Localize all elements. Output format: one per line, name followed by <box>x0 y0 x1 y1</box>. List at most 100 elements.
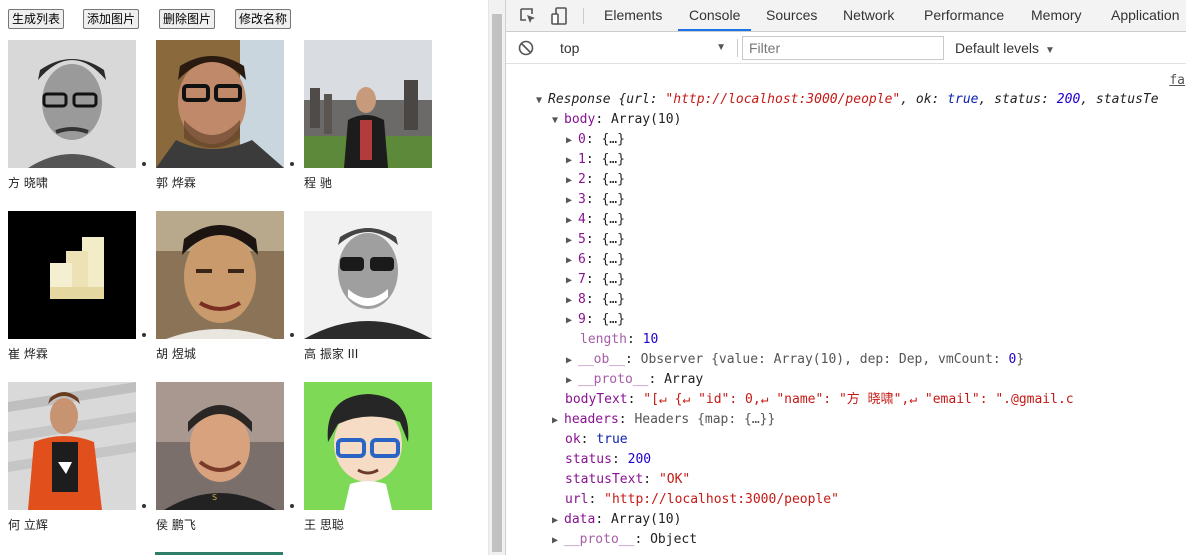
array-index: 2 <box>578 172 586 187</box>
collapsed-triangle-icon[interactable]: ▶ <box>566 371 578 391</box>
array-item-row[interactable]: ▶ 0: {…} <box>566 130 625 150</box>
person-photo <box>156 211 284 339</box>
array-index: 4 <box>578 212 586 227</box>
list-bullet <box>290 504 294 508</box>
collapsed-triangle-icon[interactable]: ▶ <box>566 211 578 231</box>
collapsed-triangle-icon[interactable]: ▶ <box>552 411 564 431</box>
person-photo: S <box>156 382 284 510</box>
generate-list-button[interactable]: 生成列表 <box>8 9 65 29</box>
person-card[interactable]: 胡 煜城 <box>156 211 296 361</box>
collapsed-triangle-icon[interactable]: ▶ <box>552 531 564 551</box>
person-card[interactable]: 方 晓啸 <box>8 40 148 190</box>
person-photo <box>304 382 432 510</box>
person-card[interactable]: 何 立辉 <box>8 382 148 532</box>
expanded-triangle-icon[interactable]: ▼ <box>552 111 564 131</box>
object-preview: {…} <box>601 252 625 267</box>
collapsed-triangle-icon[interactable]: ▶ <box>566 151 578 171</box>
tab-sources[interactable]: Sources <box>766 0 817 31</box>
collapsed-triangle-icon[interactable]: ▶ <box>566 291 578 311</box>
array-index: 7 <box>578 272 586 287</box>
device-toolbar-icon[interactable] <box>550 6 570 26</box>
collapsed-triangle-icon[interactable]: ▶ <box>566 131 578 151</box>
array-item-row[interactable]: ▶ 6: {…} <box>566 250 625 270</box>
person-card[interactable]: 崔 烨霖 <box>8 211 148 361</box>
person-card[interactable]: 郭 烨霖 <box>156 40 296 190</box>
collapsed-triangle-icon[interactable]: ▶ <box>566 271 578 291</box>
array-item-row[interactable]: ▶ 3: {…} <box>566 190 625 210</box>
length-property-row: length: 10 <box>580 332 659 347</box>
collapsed-triangle-icon[interactable]: ▶ <box>566 351 578 371</box>
devtools-panel: Elements Console Sources Network Perform… <box>505 0 1186 555</box>
page-scrollbar[interactable] <box>488 0 505 555</box>
collapsed-triangle-icon[interactable]: ▶ <box>566 251 578 271</box>
collapsed-triangle-icon[interactable]: ▶ <box>552 511 564 531</box>
scrollbar-thumb[interactable] <box>492 14 502 552</box>
person-photo <box>8 382 136 510</box>
array-index: 1 <box>578 152 586 167</box>
collapsed-triangle-icon[interactable]: ▶ <box>566 191 578 211</box>
source-link[interactable]: fa <box>1169 73 1185 88</box>
object-preview: {…} <box>601 132 625 147</box>
delete-image-button[interactable]: 删除图片 <box>159 9 216 29</box>
rename-button[interactable]: 修改名称 <box>235 9 292 29</box>
array-item-row[interactable]: ▶ 4: {…} <box>566 210 625 230</box>
person-name: 崔 烨霖 <box>8 347 48 361</box>
toolbar-divider <box>737 39 738 57</box>
tab-memory[interactable]: Memory <box>1031 0 1082 31</box>
headers-property-row[interactable]: ▶ headers: Headers {map: {…}} <box>552 410 775 430</box>
dropdown-arrow-icon: ▼ <box>1045 45 1055 56</box>
person-name: 胡 煜城 <box>156 347 196 361</box>
response-object-row[interactable]: ▼ Response {url: "http://localhost:3000/p… <box>536 90 1159 110</box>
array-item-row[interactable]: ▶ 9: {…} <box>566 310 625 330</box>
object-preview: {…} <box>601 192 625 207</box>
collapsed-triangle-icon[interactable]: ▶ <box>566 171 578 191</box>
tab-elements[interactable]: Elements <box>604 0 662 31</box>
expanded-triangle-icon[interactable]: ▼ <box>536 91 548 111</box>
array-item-row[interactable]: ▶ 1: {…} <box>566 150 625 170</box>
object-preview: {…} <box>601 312 625 327</box>
list-bullet <box>290 162 294 166</box>
list-bullet <box>142 162 146 166</box>
person-photo <box>8 211 136 339</box>
array-item-row[interactable]: ▶ 7: {…} <box>566 270 625 290</box>
proto-property-row[interactable]: ▶ __proto__: Array <box>566 370 703 390</box>
person-name: 方 晓啸 <box>8 176 48 190</box>
tab-application[interactable]: Application <box>1111 0 1180 31</box>
person-card[interactable]: 高 振家 III <box>304 211 444 361</box>
body-property-row[interactable]: ▼ body: Array(10) <box>552 110 681 130</box>
devtools-tab-bar: Elements Console Sources Network Perform… <box>506 0 1186 32</box>
app-page: 生成列表 添加图片 删除图片 修改名称 方 晓啸 郭 烨霖 程 驰 崔 烨霖 胡… <box>0 0 488 555</box>
person-photo <box>304 211 432 339</box>
tab-network[interactable]: Network <box>843 0 894 31</box>
object-preview: {…} <box>601 152 625 167</box>
tab-performance[interactable]: Performance <box>924 0 1004 31</box>
object-proto-row[interactable]: ▶ __proto__: Object <box>552 530 697 550</box>
person-name: 何 立辉 <box>8 518 48 532</box>
console-filter-bar: top ▼ Default levels ▼ <box>506 32 1186 64</box>
add-image-button[interactable]: 添加图片 <box>83 9 140 29</box>
observer-property-row[interactable]: ▶ __ob__: Observer {value: Array(10), dep… <box>566 350 1024 370</box>
person-card[interactable]: 王 思聪 <box>304 382 444 532</box>
data-property-row[interactable]: ▶ data: Array(10) <box>552 510 681 530</box>
status-property-row: status: 200 <box>565 452 652 467</box>
context-selector[interactable]: top ▼ <box>548 37 734 59</box>
object-preview: {…} <box>601 232 625 247</box>
collapsed-triangle-icon[interactable]: ▶ <box>566 311 578 331</box>
person-card[interactable]: S 侯 鹏飞 <box>156 382 296 532</box>
filter-input[interactable] <box>742 36 944 60</box>
array-item-row[interactable]: ▶ 5: {…} <box>566 230 625 250</box>
inspect-element-icon[interactable] <box>518 6 538 26</box>
tab-console[interactable]: Console <box>678 0 752 31</box>
array-item-row[interactable]: ▶ 2: {…} <box>566 170 625 190</box>
collapsed-triangle-icon[interactable]: ▶ <box>566 231 578 251</box>
array-item-row[interactable]: ▶ 8: {…} <box>566 290 625 310</box>
array-index: 9 <box>578 312 586 327</box>
console-output: fa ▼ Response {url: "http://localhost:300… <box>506 64 1186 555</box>
person-card[interactable]: 程 驰 <box>304 40 444 190</box>
clear-console-icon[interactable] <box>518 40 534 56</box>
array-index: 0 <box>578 132 586 147</box>
list-bullet <box>290 333 294 337</box>
log-levels-dropdown[interactable]: Default levels ▼ <box>955 37 1055 59</box>
svg-text:S: S <box>212 493 217 502</box>
context-label: top <box>560 40 580 56</box>
